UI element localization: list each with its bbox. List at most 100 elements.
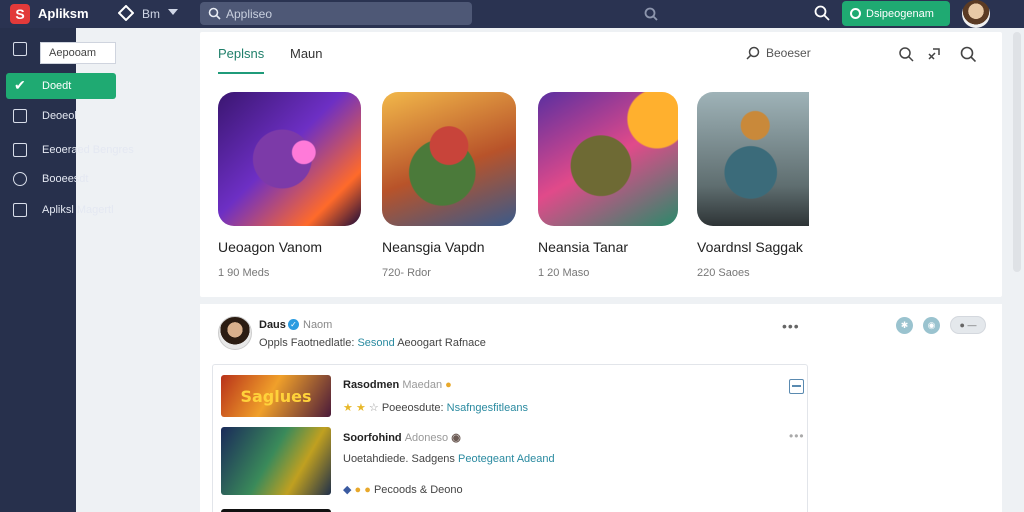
sidebar-item-label: Doedt	[42, 80, 72, 92]
sidebar-item-label: Eeoeraed Bengres	[42, 144, 134, 156]
list-item[interactable]: Saglues Rasodmen Maedan ● ★ ★ ☆ Poeeosdu…	[221, 375, 804, 435]
list-item-title-muted: Maedan	[402, 379, 443, 391]
list-item-meta: ◆ ● ● Pecoods & Deono	[343, 483, 463, 496]
app-card[interactable]: Ueoagon Vanom 1 90 Meds	[218, 92, 368, 279]
panel-actions	[898, 46, 976, 62]
app-meta: 1 20 Maso	[538, 267, 590, 279]
list-item-subtitle: ★ ★ ☆ Poeeosdute: Nsafngesfitleans	[343, 401, 528, 414]
game-thumbnail[interactable]: Saglues	[221, 375, 331, 417]
record-icon: ◉	[451, 432, 461, 444]
app-card[interactable]: Voardnsl Saggak 220 Saoes	[697, 92, 847, 279]
post-text-prefix: Oppls Faotnedlatle:	[259, 337, 355, 349]
emoji-icon: ●	[354, 484, 362, 496]
feed-panel: Daus ✓ Naom Oppls Faotnedlatle: Sesond A…	[200, 304, 1002, 512]
post-link[interactable]: Sesond	[357, 337, 394, 349]
toggle-pill[interactable]: ● —	[950, 316, 986, 334]
panel-search-label: Beoeser	[766, 46, 811, 60]
star-icon: ☆	[368, 402, 379, 414]
emoji-icon[interactable]: ◉	[923, 316, 940, 334]
sidebar-search-field[interactable]: Aepooam	[40, 42, 116, 64]
avatar[interactable]	[218, 316, 252, 350]
emoji-icon: ●	[364, 484, 371, 496]
scrollbar[interactable]	[1013, 32, 1021, 272]
sidebar-item-label: Aepooam	[49, 47, 97, 59]
list-item-subtitle: Uoetahdiede. Sadgens Peotegeant Adeand	[343, 453, 555, 465]
search-input[interactable]	[226, 5, 426, 22]
user-avatar[interactable]	[962, 0, 990, 28]
sidebar-item-label: Deoeol	[42, 110, 77, 122]
app-thumbnail[interactable]	[697, 92, 809, 226]
more-options-icon[interactable]: •••	[782, 318, 800, 334]
list-icon	[13, 143, 27, 157]
primary-action-label: Dsipeogenam	[866, 7, 934, 20]
list-item-title: Rasodmen Maedan ●	[343, 379, 452, 391]
emoji-icon: ●	[445, 379, 452, 391]
expand-icon[interactable]	[789, 379, 804, 394]
thumbnail-title: Saglues	[240, 386, 312, 406]
search-icon[interactable]	[898, 46, 914, 62]
app-name[interactable]: Neansgia Vapdn	[382, 239, 484, 255]
square-icon	[13, 109, 27, 123]
sidebar-item-active[interactable]: ✔ Doedt	[6, 73, 116, 99]
app-name[interactable]: Neansia Tanar	[538, 239, 628, 255]
app-name[interactable]: Voardnsl Saggak	[697, 239, 803, 255]
app-thumbnail[interactable]	[382, 92, 516, 226]
circle-icon	[13, 172, 27, 186]
diamond-icon[interactable]	[117, 4, 135, 22]
app-meta: 220 Saoes	[697, 267, 750, 279]
settings-icon[interactable]: ✱	[896, 316, 913, 334]
post-handle: Naom	[303, 319, 333, 331]
search-icon	[746, 46, 760, 60]
list-item[interactable]: Soorfohind Adoneso ◉ Uoetahdiede. Sadgen…	[221, 427, 804, 496]
app-thumbnail[interactable]	[538, 92, 678, 226]
more-options-icon[interactable]: •••	[789, 429, 805, 443]
panel-icon	[13, 203, 27, 217]
list-item-title: Soorfohind Adoneso ◉	[343, 431, 461, 444]
tab-maun[interactable]: Maun	[290, 46, 323, 74]
list-item-title-text: Soorfohind	[343, 432, 402, 444]
search-icon	[208, 7, 221, 25]
search-submit-icon[interactable]	[644, 7, 658, 26]
post-attachments: Saglues Rasodmen Maedan ● ★ ★ ☆ Poeeosdu…	[212, 364, 808, 512]
search-icon[interactable]	[960, 46, 976, 62]
list-item-text: Uoetahdiede. Sadgens	[343, 453, 455, 465]
sidebar-item-label: Booeesdt	[42, 173, 89, 185]
sidebar-item-label: Apliksl Magertl	[42, 204, 114, 216]
list-item-meta-text: Pecoods & Deono	[373, 484, 463, 496]
sidebar: Aepooam ✔ Doedt Deoeol Eeoeraed Bengres …	[0, 28, 134, 512]
chevron-down-icon[interactable]	[168, 9, 178, 15]
panel-search[interactable]: Beoeser	[746, 46, 811, 60]
circle-icon	[850, 8, 861, 19]
app-logo[interactable]: S	[10, 4, 30, 24]
post-text-suffix: Aeoogart Rafnace	[397, 337, 486, 349]
top-bar: S Apliksm Bm Dsipeogenam	[0, 0, 1024, 28]
verified-badge-icon: ✓	[288, 319, 299, 330]
search-bar[interactable]	[200, 2, 658, 25]
app-name[interactable]: Ueoagon Vanom	[218, 239, 322, 255]
app-meta: 1 90 Meds	[218, 267, 270, 279]
list-item-link[interactable]: Peotegeant Adeand	[458, 453, 555, 465]
app-meta: 720- Rdor	[382, 267, 431, 279]
list-item-link[interactable]: Nsafngesfitleans	[447, 402, 528, 414]
nav-dropdown-label[interactable]: Bm	[142, 7, 160, 21]
list-item-title-text: Rasodmen	[343, 379, 400, 391]
app-card[interactable]: Neansgia Vapdn 720- Rdor	[382, 92, 532, 279]
feed-side-actions: ✱ ◉ ● —	[896, 316, 986, 334]
document-icon	[13, 42, 27, 56]
tab-peplsns[interactable]: Peplsns	[218, 46, 265, 74]
app-card[interactable]: Neansia Tanar 1 20 Maso	[538, 92, 688, 279]
search-icon[interactable]	[814, 5, 830, 26]
check-icon: ✔	[14, 77, 26, 93]
featured-apps-panel: Peplsns Maun Beoeser Ueoagon Vanom 1 90 …	[200, 32, 1002, 297]
post-author[interactable]: Daus	[259, 319, 286, 331]
list-item-title-muted: Adoneso	[404, 432, 449, 444]
game-thumbnail[interactable]	[221, 427, 331, 495]
list-item-meta: Poeeosdute:	[381, 402, 444, 414]
app-thumbnail[interactable]	[218, 92, 361, 226]
star-icon: ★	[355, 402, 366, 414]
primary-action-button[interactable]: Dsipeogenam	[842, 1, 950, 26]
app-name[interactable]: Apliksm	[38, 6, 89, 21]
star-icon: ★	[343, 402, 353, 414]
post-text: Oppls Faotnedlatle: Sesond Aeoogart Rafn…	[259, 337, 486, 349]
share-icon[interactable]	[926, 46, 942, 62]
